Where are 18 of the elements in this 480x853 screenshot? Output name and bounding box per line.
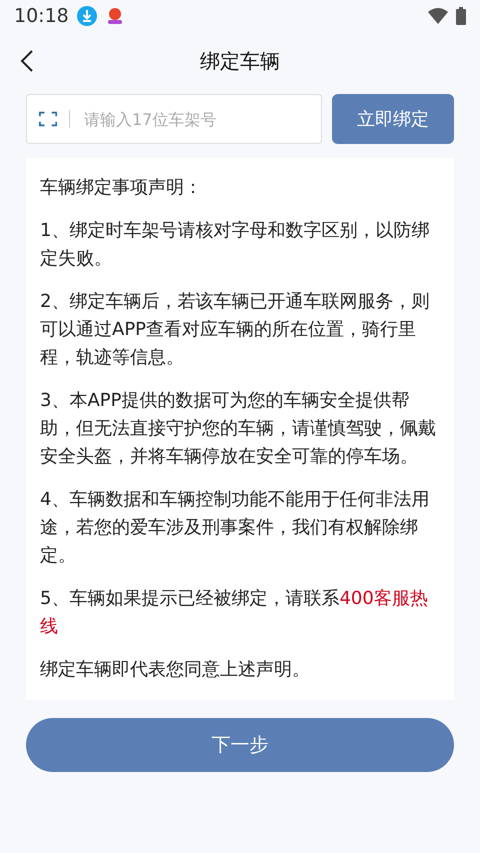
bind-button[interactable]: 立即绑定 xyxy=(332,94,454,144)
notice-paragraph: 2、绑定车辆后，若该车辆已开通车联网服务，则可以通过APP查看对应车辆的所在位置，骑行里程，轨迹等信息。 xyxy=(40,290,430,370)
notice-paragraph: 3、本APP提供的数据可为您的车辆安全提供帮助，但无法直接守护您的车辆，请谨慎驾驶，佩戴安全头盔，并将车辆停放在安全可靠的停车场。 xyxy=(40,389,437,469)
notice-title: 车辆绑定事项声明： xyxy=(40,176,203,200)
notice-paragraph: 1、绑定时车架号请核对字母和数字区别，以防绑定失败。 xyxy=(40,219,430,271)
download-icon xyxy=(76,6,97,26)
vin-input-box[interactable]: 请输入17位车架号 xyxy=(26,94,322,144)
page-title: 绑定车辆 xyxy=(200,48,280,74)
status-time: 10:18 xyxy=(14,5,69,27)
notice-paragraph: 4、车辆数据和车辆控制功能不能用于任何非法用途，若您的爱车涉及刑事案件，我们有权解除绑定。 xyxy=(40,488,430,568)
next-button[interactable]: 下一步 xyxy=(26,718,454,772)
notice-footer: 绑定车辆即代表您同意上述声明。 xyxy=(40,656,440,684)
scan-icon[interactable] xyxy=(39,110,58,128)
notice-paragraph: 5、车辆如果提示已经被绑定，请联系400客服热线 xyxy=(40,587,429,639)
back-icon[interactable] xyxy=(20,49,34,73)
vin-input-field[interactable]: 请输入17位车架号 xyxy=(82,108,309,130)
battery-icon xyxy=(456,7,466,25)
wifi-icon xyxy=(428,8,448,24)
